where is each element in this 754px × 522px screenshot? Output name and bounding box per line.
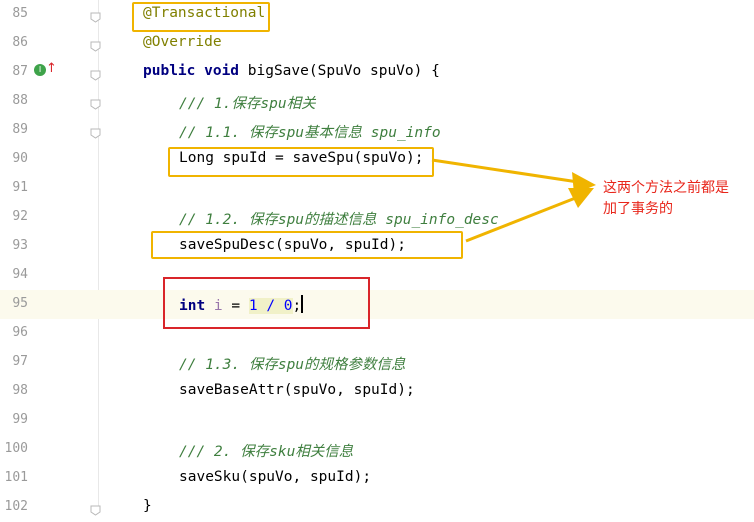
code-text: // 1.1. 保存spu基本信息 spu_info bbox=[179, 121, 441, 142]
fold-marker-icon[interactable] bbox=[90, 8, 101, 23]
up-arrow-icon: ↑ bbox=[46, 61, 57, 76]
code-line[interactable]: 87 public void bigSave(SpuVo spuVo) { bbox=[0, 58, 754, 87]
line-number: 89 bbox=[12, 122, 28, 137]
code-token: /// 2. 保存sku相关信息 bbox=[179, 444, 354, 460]
code-text: saveSku(spuVo, spuId); bbox=[179, 469, 371, 485]
line-number: 94 bbox=[12, 267, 28, 282]
line-number: 92 bbox=[12, 209, 28, 224]
line-number: 88 bbox=[12, 93, 28, 108]
code-line[interactable]: 89 // 1.1. 保存spu基本信息 spu_info bbox=[0, 116, 754, 145]
line-number: 95 bbox=[12, 296, 28, 311]
line-number: 96 bbox=[12, 325, 28, 340]
code-token: } bbox=[143, 498, 152, 514]
code-token: public void bbox=[143, 63, 248, 79]
code-line[interactable]: 97 // 1.3. 保存spu的规格参数信息 bbox=[0, 348, 754, 377]
code-line[interactable]: 85 @Transactional bbox=[0, 0, 754, 29]
fold-marker-icon[interactable] bbox=[90, 124, 101, 139]
code-line[interactable]: 94 bbox=[0, 261, 754, 290]
code-token: saveSku(spuVo, spuId); bbox=[179, 469, 372, 485]
code-text: // 1.3. 保存spu的规格参数信息 bbox=[179, 353, 406, 374]
fold-marker-icon[interactable] bbox=[90, 95, 101, 110]
line-number: 100 bbox=[4, 441, 28, 456]
save-spu-highlight-box bbox=[168, 147, 434, 177]
line-number: 97 bbox=[12, 354, 28, 369]
code-token: /// 1.保存spu相关 bbox=[179, 96, 316, 112]
code-text: @Override bbox=[143, 34, 222, 50]
annotation-line-1: 这两个方法之前都是 bbox=[603, 180, 729, 196]
division-error-box bbox=[163, 277, 370, 329]
code-text: saveBaseAttr(spuVo, spuId); bbox=[179, 382, 415, 398]
code-line[interactable]: 101 saveSku(spuVo, spuId); bbox=[0, 464, 754, 493]
fold-marker-icon[interactable] bbox=[90, 66, 101, 81]
line-number: 102 bbox=[4, 499, 28, 514]
code-line[interactable]: 88 /// 1.保存spu相关 bbox=[0, 87, 754, 116]
code-text: /// 2. 保存sku相关信息 bbox=[179, 440, 353, 461]
code-line[interactable]: 96 bbox=[0, 319, 754, 348]
line-number: 93 bbox=[12, 238, 28, 253]
fold-marker-icon[interactable] bbox=[90, 37, 101, 52]
code-token: @Override bbox=[143, 34, 222, 50]
code-token: // 1.3. 保存spu的规格参数信息 bbox=[179, 357, 406, 373]
line-number: 85 bbox=[12, 6, 28, 21]
code-token: saveBaseAttr(spuVo, spuId); bbox=[179, 382, 415, 398]
line-number: 99 bbox=[12, 412, 28, 427]
code-line[interactable]: 86 @Override bbox=[0, 29, 754, 58]
code-line[interactable]: 100 /// 2. 保存sku相关信息 bbox=[0, 435, 754, 464]
fold-marker-icon[interactable] bbox=[90, 501, 101, 516]
annotation-line-2: 加了事务的 bbox=[603, 201, 673, 217]
line-number: 87 bbox=[12, 64, 28, 79]
save-spu-desc-highlight-box bbox=[151, 231, 463, 259]
transactional-highlight-box bbox=[132, 2, 270, 32]
code-line[interactable]: 98 saveBaseAttr(spuVo, spuId); bbox=[0, 377, 754, 406]
code-text: } bbox=[143, 498, 152, 514]
line-number: 91 bbox=[12, 180, 28, 195]
code-text: /// 1.保存spu相关 bbox=[179, 92, 316, 113]
line-number: 90 bbox=[12, 151, 28, 166]
line-number: 86 bbox=[12, 35, 28, 50]
code-token: // 1.2. 保存spu的描述信息 spu_info_desc bbox=[179, 212, 499, 228]
line-number: 101 bbox=[4, 470, 28, 485]
code-line[interactable]: 95 int i = 1 / 0; bbox=[0, 290, 754, 319]
code-text: public void bigSave(SpuVo spuVo) { bbox=[143, 63, 440, 79]
code-line[interactable]: 102} bbox=[0, 493, 754, 522]
code-token: // 1.1. 保存spu基本信息 spu_info bbox=[179, 125, 441, 141]
code-token: bigSave(SpuVo spuVo) { bbox=[247, 63, 440, 79]
line-number: 98 bbox=[12, 383, 28, 398]
override-marker-icon[interactable]: I bbox=[34, 64, 46, 76]
code-line[interactable]: 99 bbox=[0, 406, 754, 435]
annotation-note: 这两个方法之前都是 加了事务的 bbox=[603, 178, 729, 220]
code-text: // 1.2. 保存spu的描述信息 spu_info_desc bbox=[179, 208, 499, 229]
